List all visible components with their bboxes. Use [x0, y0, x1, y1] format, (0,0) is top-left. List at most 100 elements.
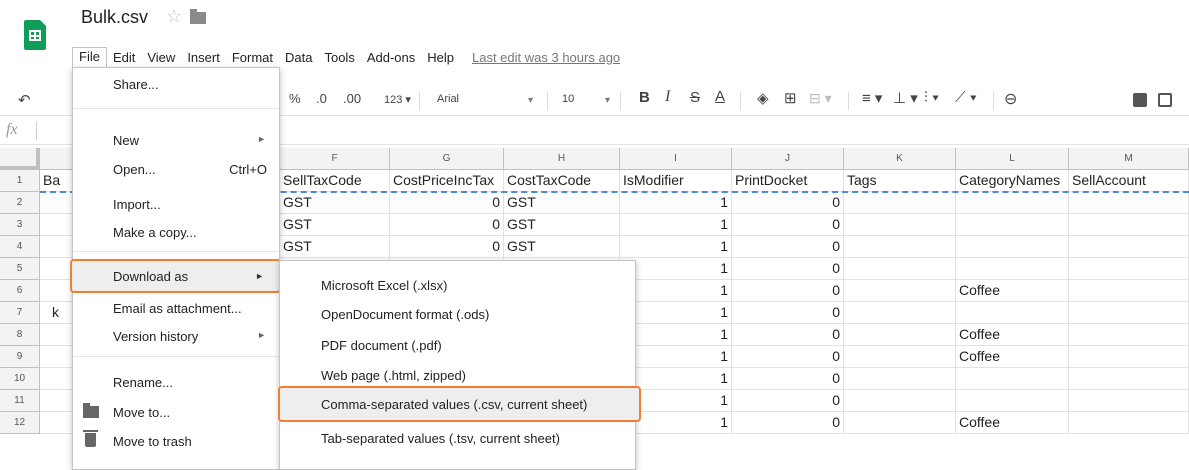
menu-share[interactable]: Share... [73, 72, 279, 96]
folder-icon[interactable] [190, 9, 207, 24]
menu-move-to-trash[interactable]: Move to trash [73, 429, 279, 453]
table-cell[interactable] [844, 236, 956, 258]
column-header-l[interactable]: L [956, 148, 1069, 170]
table-cell[interactable] [1069, 346, 1189, 368]
table-cell[interactable]: 0 [390, 214, 504, 236]
menu-view[interactable]: View [141, 48, 181, 67]
undo-icon[interactable]: ↶ [18, 91, 31, 109]
fill-color-icon[interactable]: ◈ [757, 89, 769, 107]
menu-file[interactable]: File [72, 47, 107, 67]
table-cell[interactable] [1069, 412, 1189, 434]
download-pdf[interactable]: PDF document (.pdf) [280, 331, 635, 357]
header-cell[interactable]: IsModifier [620, 170, 732, 192]
table-cell[interactable]: 0 [732, 214, 844, 236]
table-cell[interactable] [844, 324, 956, 346]
menu-download-as[interactable]: Download as ► [70, 259, 281, 293]
column-header-f[interactable]: F [280, 148, 390, 170]
font-size-dropdown-icon[interactable]: ▾ [605, 95, 610, 106]
header-cell[interactable]: CostTaxCode [504, 170, 620, 192]
table-cell[interactable]: 0 [732, 368, 844, 390]
menu-move-to[interactable]: Move to... [73, 400, 279, 424]
sheets-logo-icon[interactable] [24, 20, 46, 50]
text-wrapping-icon[interactable]: ⫶ ▾ [924, 89, 939, 106]
menu-tools[interactable]: Tools [318, 48, 360, 67]
table-cell[interactable] [956, 368, 1069, 390]
table-cell[interactable] [956, 214, 1069, 236]
column-header-m[interactable]: M [1069, 148, 1189, 170]
menu-edit[interactable]: Edit [107, 48, 141, 67]
table-cell[interactable] [956, 192, 1069, 214]
table-cell[interactable]: GST [280, 192, 390, 214]
insert-comment-icon[interactable] [1133, 93, 1147, 107]
borders-icon[interactable]: ⊞ [784, 89, 797, 107]
table-cell[interactable]: GST [504, 236, 620, 258]
row-header-9[interactable]: 9 [0, 346, 40, 368]
row-header-3[interactable]: 3 [0, 214, 40, 236]
table-cell[interactable]: 1 [620, 280, 732, 302]
table-cell[interactable] [1069, 302, 1189, 324]
menu-version-history[interactable]: Version history ► [73, 324, 279, 348]
table-cell[interactable]: 1 [620, 214, 732, 236]
menu-insert[interactable]: Insert [181, 48, 226, 67]
download-html[interactable]: Web page (.html, zipped) [280, 361, 635, 387]
font-dropdown-icon[interactable]: ▾ [528, 95, 533, 106]
table-cell[interactable] [956, 258, 1069, 280]
menu-rename[interactable]: Rename... [73, 370, 279, 394]
header-cell[interactable]: Tags [844, 170, 956, 192]
table-cell[interactable] [844, 192, 956, 214]
column-header-i[interactable]: I [620, 148, 732, 170]
row-header-6[interactable]: 6 [0, 280, 40, 302]
table-cell[interactable] [844, 214, 956, 236]
download-ods[interactable]: OpenDocument format (.ods) [280, 300, 635, 326]
table-cell[interactable]: 0 [732, 390, 844, 412]
column-header-h[interactable]: H [504, 148, 620, 170]
table-cell[interactable]: 0 [732, 302, 844, 324]
table-cell[interactable] [1069, 390, 1189, 412]
font-family-select[interactable]: Arial [437, 93, 459, 105]
table-cell[interactable]: 0 [732, 412, 844, 434]
row-header-4[interactable]: 4 [0, 236, 40, 258]
header-cell[interactable]: SellAccount [1069, 170, 1189, 192]
table-cell[interactable]: 0 [732, 280, 844, 302]
table-cell[interactable] [956, 236, 1069, 258]
download-tsv[interactable]: Tab-separated values (.tsv, current shee… [280, 424, 635, 450]
menu-new[interactable]: New ► [73, 128, 279, 152]
table-cell[interactable]: 1 [620, 302, 732, 324]
download-csv[interactable]: Comma-separated values (.csv, current sh… [278, 386, 641, 422]
row-header-2[interactable]: 2 [0, 192, 40, 214]
number-format-button[interactable]: 123 ▾ [384, 93, 411, 106]
header-cell[interactable]: CategoryNames [956, 170, 1069, 192]
column-header-j[interactable]: J [732, 148, 844, 170]
table-cell[interactable] [1069, 258, 1189, 280]
row-header-11[interactable]: 11 [0, 390, 40, 412]
header-cell[interactable]: PrintDocket [732, 170, 844, 192]
table-cell[interactable]: 1 [620, 324, 732, 346]
row-header-5[interactable]: 5 [0, 258, 40, 280]
menu-help[interactable]: Help [421, 48, 460, 67]
table-cell[interactable] [956, 390, 1069, 412]
table-cell[interactable]: 0 [732, 324, 844, 346]
table-cell[interactable]: 1 [620, 236, 732, 258]
column-header-g[interactable]: G [390, 148, 504, 170]
menu-data[interactable]: Data [279, 48, 318, 67]
table-cell[interactable] [844, 390, 956, 412]
table-cell[interactable] [844, 412, 956, 434]
row-header-12[interactable]: 12 [0, 412, 40, 434]
header-cell[interactable]: SellTaxCode [280, 170, 390, 192]
percent-format-button[interactable]: % [289, 91, 301, 106]
menu-email-attachment[interactable]: Email as attachment... [73, 296, 279, 320]
font-size-select[interactable]: 10 [562, 93, 574, 105]
insert-link-icon[interactable]: ⊖ [1004, 89, 1017, 109]
star-icon[interactable]: ☆ [166, 6, 182, 27]
column-header-k[interactable]: K [844, 148, 956, 170]
bold-button[interactable]: B [639, 89, 650, 106]
insert-chart-icon[interactable] [1158, 93, 1172, 107]
table-cell[interactable]: 0 [390, 192, 504, 214]
header-cell[interactable]: CostPriceIncTax [390, 170, 504, 192]
table-cell[interactable] [844, 346, 956, 368]
table-cell[interactable]: 1 [620, 192, 732, 214]
menu-make-copy[interactable]: Make a copy... [73, 220, 279, 244]
table-cell[interactable]: GST [280, 214, 390, 236]
merge-cells-icon[interactable]: ⊟ ▾ [809, 90, 832, 107]
text-color-button[interactable]: A [715, 88, 725, 105]
